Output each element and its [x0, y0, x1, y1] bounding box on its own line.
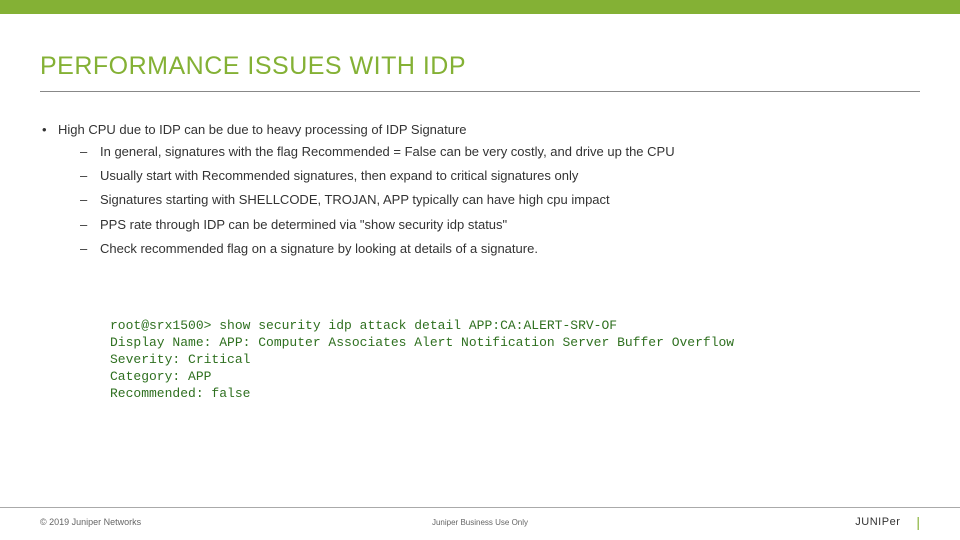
page-title: PERFORMANCE ISSUES WITH IDP	[40, 52, 920, 92]
divider-icon: |	[916, 514, 920, 530]
sub-item-text: Check recommended flag on a signature by…	[100, 240, 538, 258]
sub-item-text: PPS rate through IDP can be determined v…	[100, 216, 507, 234]
list-item: – Signatures starting with SHELLCODE, TR…	[80, 191, 920, 209]
list-item: – Check recommended flag on a signature …	[80, 240, 920, 258]
slide-content: PERFORMANCE ISSUES WITH IDP • High CPU d…	[0, 14, 960, 402]
sub-bullet-list: – In general, signatures with the flag R…	[40, 143, 920, 258]
list-item: – PPS rate through IDP can be determined…	[80, 216, 920, 234]
brand-logo: JUNIPer |	[855, 514, 920, 530]
dash-marker: –	[80, 240, 100, 258]
bullet-text: High CPU due to IDP can be due to heavy …	[58, 122, 920, 137]
bullet-main: • High CPU due to IDP can be due to heav…	[40, 122, 920, 137]
dash-marker: –	[80, 191, 100, 209]
dash-marker: –	[80, 167, 100, 185]
list-item: – In general, signatures with the flag R…	[80, 143, 920, 161]
bullet-marker: •	[40, 122, 58, 137]
classification-label: Juniper Business Use Only	[432, 518, 528, 527]
accent-bar	[0, 0, 960, 14]
list-item: – Usually start with Recommended signatu…	[80, 167, 920, 185]
footer: © 2019 Juniper Networks Juniper Business…	[0, 507, 960, 530]
sub-item-text: In general, signatures with the flag Rec…	[100, 143, 675, 161]
brand-text: JUNIPer	[855, 516, 900, 528]
dash-marker: –	[80, 216, 100, 234]
sub-item-text: Signatures starting with SHELLCODE, TROJ…	[100, 191, 610, 209]
copyright-text: © 2019 Juniper Networks	[40, 517, 141, 527]
cli-output: root@srx1500> show security idp attack d…	[110, 318, 920, 402]
sub-item-text: Usually start with Recommended signature…	[100, 167, 578, 185]
dash-marker: –	[80, 143, 100, 161]
